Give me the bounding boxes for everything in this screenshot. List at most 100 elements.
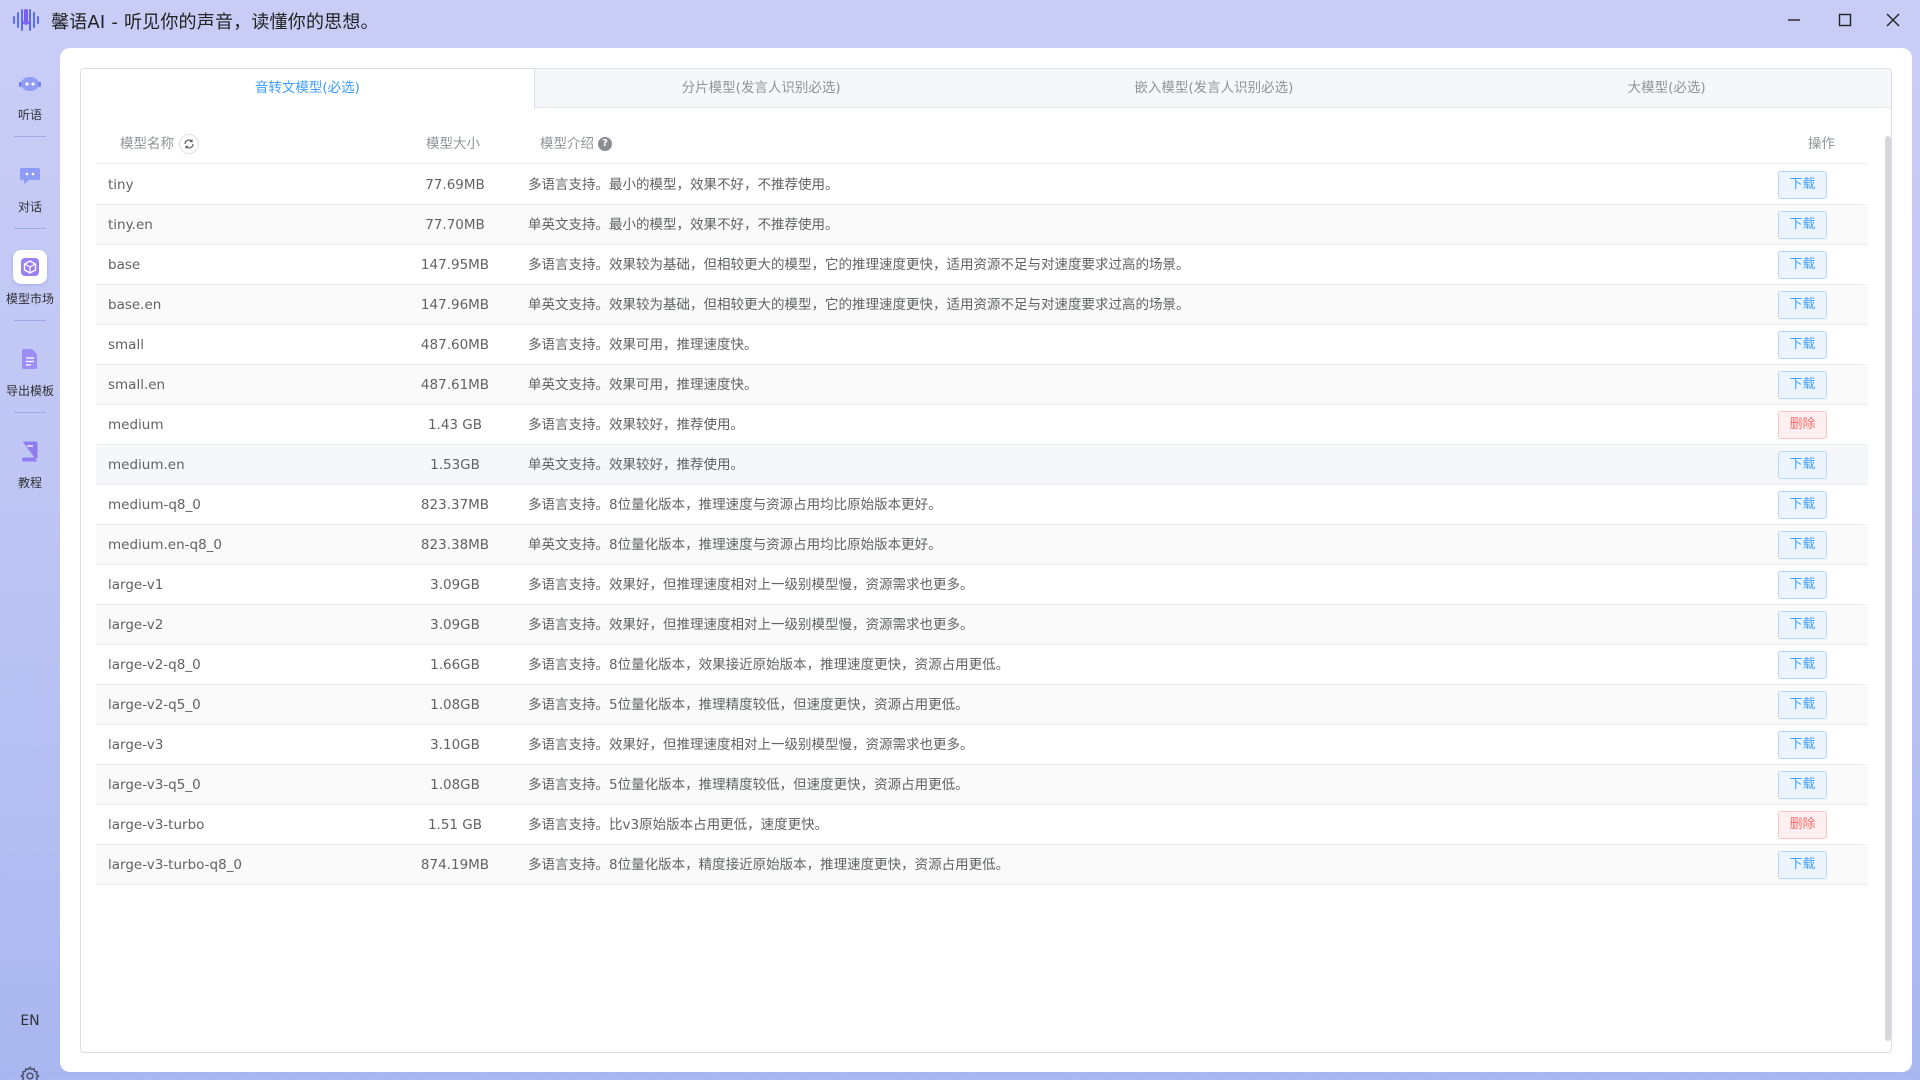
table-row: base 147.95MB 多语言支持。效果较为基础，但相较更大的模型，它的推理速度… (96, 245, 1868, 285)
main-panel: 音转文模型(必选) 分片模型(发言人识别必选) 嵌入模型(发言人识别必选) 大模… (60, 48, 1912, 1072)
model-description-cell: 单英文支持。效果较好，推荐使用。 (528, 457, 744, 473)
table-row: small 487.60MB 多语言支持。效果可用，推理速度快。 下载 (96, 325, 1868, 365)
model-description-cell: 多语言支持。8位量化版本，推理速度与资源占用均比原始版本更好。 (528, 497, 942, 513)
model-name-cell: large-v1 (108, 577, 164, 593)
table-row: tiny 77.69MB 多语言支持。最小的模型，效果不好，不推荐使用。 下载 (96, 165, 1868, 205)
scrollbar[interactable] (1885, 136, 1891, 1041)
refresh-icon[interactable] (179, 134, 199, 154)
model-description-cell: 单英文支持。8位量化版本，推理速度与资源占用均比原始版本更好。 (528, 537, 942, 553)
table-row: large-v3-turbo 1.51 GB 多语言支持。比v3原始版本占用更低，速… (96, 805, 1868, 845)
download-button[interactable]: 下载 (1778, 371, 1827, 399)
model-cube-icon (13, 250, 47, 284)
model-description-cell: 单英文支持。效果可用，推理速度快。 (528, 377, 758, 393)
sidebar-divider (14, 136, 46, 137)
column-header-operation: 操作 (1808, 136, 1835, 152)
download-button[interactable]: 下载 (1778, 771, 1827, 799)
model-name-cell: large-v3-turbo-q8_0 (108, 857, 243, 873)
table-row: large-v3 3.10GB 多语言支持。效果好，但推理速度相对上一级别模型慢，资… (96, 725, 1868, 765)
download-button[interactable]: 下载 (1778, 571, 1827, 599)
model-name-cell: large-v3-turbo (108, 817, 205, 833)
download-button[interactable]: 下载 (1778, 251, 1827, 279)
download-button[interactable]: 下载 (1778, 611, 1827, 639)
sidebar-item-label: 对话 (17, 200, 42, 214)
delete-button[interactable]: 删除 (1778, 411, 1827, 439)
download-button[interactable]: 下载 (1778, 491, 1827, 519)
sidebar: 听语 对话 模型市场 导出模板 教程 EN (0, 38, 60, 1080)
model-name-cell: medium.en-q8_0 (108, 537, 223, 553)
table-row: large-v3-q5_0 1.08GB 多语言支持。5位量化版本，推理精度较低，但… (96, 765, 1868, 805)
model-name-cell: base (108, 257, 141, 273)
maximize-icon[interactable] (1825, 4, 1865, 36)
sidebar-item-label: 导出模板 (5, 384, 54, 398)
sidebar-item-label: 听语 (17, 108, 42, 122)
question-icon[interactable]: ? (598, 137, 612, 151)
download-button[interactable]: 下载 (1778, 171, 1827, 199)
model-description-cell: 多语言支持。效果好，但推理速度相对上一级别模型慢，资源需求也更多。 (528, 737, 974, 753)
download-button[interactable]: 下载 (1778, 731, 1827, 759)
download-button[interactable]: 下载 (1778, 851, 1827, 879)
model-description-cell: 多语言支持。效果好，但推理速度相对上一级别模型慢，资源需求也更多。 (528, 617, 974, 633)
sidebar-item-export-template[interactable]: 导出模板 (0, 336, 60, 406)
table-row: base.en 147.96MB 单英文支持。效果较为基础，但相较更大的模型，它的推… (96, 285, 1868, 325)
model-description-cell: 多语言支持。效果较好，推荐使用。 (528, 417, 744, 433)
model-name-cell: medium-q8_0 (108, 497, 201, 513)
download-button[interactable]: 下载 (1778, 651, 1827, 679)
app-logo-icon (13, 9, 39, 31)
model-name-cell: tiny (108, 177, 134, 193)
minimize-icon[interactable] (1774, 4, 1814, 36)
table-row: medium 1.43 GB 多语言支持。效果较好，推荐使用。 删除 (96, 405, 1868, 445)
sidebar-item-label: 教程 (17, 476, 42, 490)
model-name-cell: large-v2-q8_0 (108, 657, 201, 673)
model-name-cell: base.en (108, 297, 162, 313)
gear-icon[interactable] (19, 1065, 41, 1080)
model-name-cell: large-v2-q5_0 (108, 697, 201, 713)
model-description-cell: 多语言支持。效果较为基础，但相较更大的模型，它的推理速度更快，适用资源不足与对速… (528, 257, 1190, 273)
sidebar-item-model-market[interactable]: 模型市场 (0, 244, 60, 314)
model-tabs-card: 音转文模型(必选) 分片模型(发言人识别必选) 嵌入模型(发言人识别必选) 大模… (80, 68, 1892, 1053)
model-name-cell: small.en (108, 377, 166, 393)
sidebar-divider (14, 412, 46, 413)
tab-llm[interactable]: 大模型(必选) (1440, 69, 1891, 108)
model-description-cell: 多语言支持。效果好，但推理速度相对上一级别模型慢，资源需求也更多。 (528, 577, 974, 593)
table-row: large-v3-turbo-q8_0 874.19MB 多语言支持。8位量化版本，… (96, 845, 1868, 885)
sidebar-item-tutorial[interactable]: 教程 (0, 428, 60, 498)
sidebar-item-listen[interactable]: 听语 (0, 60, 60, 130)
tab-segmentation[interactable]: 分片模型(发言人识别必选) (535, 69, 988, 108)
model-description-cell: 多语言支持。5位量化版本，推理精度较低，但速度更快，资源占用更低。 (528, 697, 969, 713)
model-name-cell: medium.en (108, 457, 185, 473)
model-name-cell: tiny.en (108, 217, 153, 233)
table-row: medium.en 1.53GB 单英文支持。效果较好，推荐使用。 下载 (96, 445, 1868, 485)
title-bar: 馨语AI - 听见你的声音，读懂你的思想。 (0, 0, 1920, 38)
table-row: large-v2-q8_0 1.66GB 多语言支持。8位量化版本，效果接近原始版本… (96, 645, 1868, 685)
model-description-cell: 多语言支持。5位量化版本，推理精度较低，但速度更快，资源占用更低。 (528, 777, 969, 793)
model-description-cell: 多语言支持。最小的模型，效果不好，不推荐使用。 (528, 177, 839, 193)
download-button[interactable]: 下载 (1778, 291, 1827, 319)
window-title: 馨语AI - 听见你的声音，读懂你的思想。 (51, 12, 379, 33)
table-header: 模型名称 模型大小 模型介绍 ? 操作 (96, 124, 1868, 164)
tab-embedding[interactable]: 嵌入模型(发言人识别必选) (988, 69, 1441, 108)
column-header-size: 模型大小 (426, 136, 480, 152)
language-toggle[interactable]: EN (0, 1013, 60, 1029)
listen-robot-icon (13, 66, 47, 100)
table-row: medium-q8_0 823.37MB 多语言支持。8位量化版本，推理速度与资源占… (96, 485, 1868, 525)
model-name-cell: large-v3 (108, 737, 164, 753)
table-row: large-v1 3.09GB 多语言支持。效果好，但推理速度相对上一级别模型慢，资… (96, 565, 1868, 605)
download-button[interactable]: 下载 (1778, 531, 1827, 559)
model-description-cell: 单英文支持。最小的模型，效果不好，不推荐使用。 (528, 217, 839, 233)
sidebar-item-chat[interactable]: 对话 (0, 152, 60, 222)
model-name-cell: medium (108, 417, 164, 433)
download-button[interactable]: 下载 (1778, 331, 1827, 359)
tab-speech-to-text[interactable]: 音转文模型(必选) (81, 69, 535, 109)
download-button[interactable]: 下载 (1778, 691, 1827, 719)
sidebar-divider (14, 228, 46, 229)
download-button[interactable]: 下载 (1778, 451, 1827, 479)
delete-button[interactable]: 删除 (1778, 811, 1827, 839)
column-header-name: 模型名称 (120, 124, 199, 164)
model-table: 模型名称 模型大小 模型介绍 ? 操作 tiny 77.69MB 多语言支持。最小的… (96, 124, 1868, 1052)
column-header-label: 模型介绍 (540, 136, 594, 152)
column-header-label: 模型名称 (120, 136, 174, 152)
table-row: small.en 487.61MB 单英文支持。效果可用，推理速度快。 下载 (96, 365, 1868, 405)
download-button[interactable]: 下载 (1778, 211, 1827, 239)
table-row: large-v2 3.09GB 多语言支持。效果好，但推理速度相对上一级别模型慢，资… (96, 605, 1868, 645)
close-icon[interactable] (1873, 4, 1913, 36)
